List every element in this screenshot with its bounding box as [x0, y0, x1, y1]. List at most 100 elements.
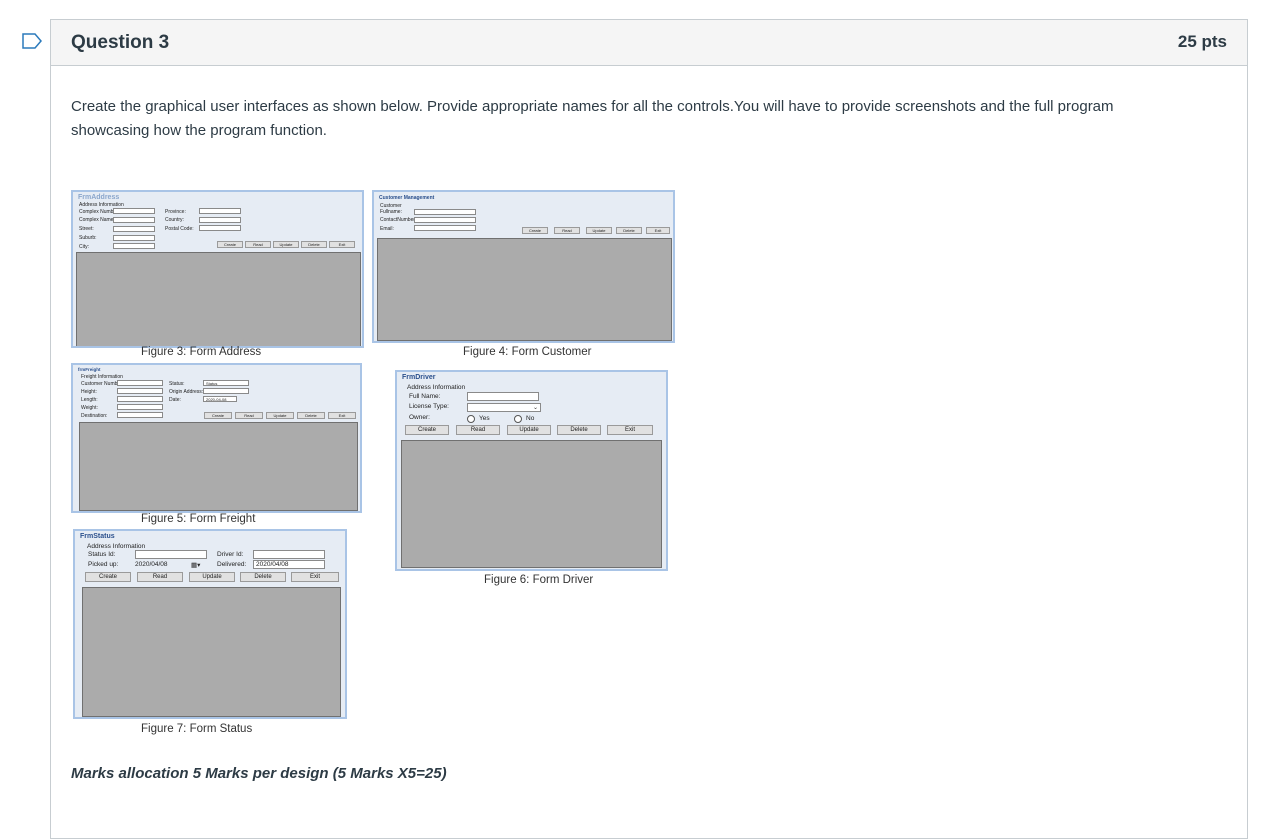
data-grid[interactable]	[401, 440, 662, 568]
read-button[interactable]: Read	[245, 241, 271, 248]
create-button[interactable]: Create	[85, 572, 131, 582]
question-text: Create the graphical user interfaces as …	[71, 98, 1114, 139]
read-button[interactable]: Read	[554, 227, 580, 234]
read-button[interactable]: Read	[235, 412, 263, 419]
data-grid[interactable]	[76, 252, 361, 346]
update-button[interactable]: Update	[273, 241, 299, 248]
figure-form-freight: frmFreight Freight Information Customer …	[71, 363, 366, 533]
create-button[interactable]: Create	[522, 227, 548, 234]
update-button[interactable]: Update	[586, 227, 612, 234]
field-label: Weight:	[81, 405, 98, 411]
read-button[interactable]: Read	[456, 425, 500, 435]
create-button[interactable]: Create	[217, 241, 243, 248]
text-field[interactable]	[113, 235, 155, 241]
dropdown-value: Status	[206, 381, 218, 386]
figure-caption: Figure 5: Form Freight	[141, 513, 256, 525]
data-grid[interactable]	[79, 422, 358, 511]
text-field[interactable]	[203, 388, 249, 394]
calendar-icon[interactable]: ▦▾	[191, 561, 200, 569]
delete-button[interactable]: Delete	[616, 227, 642, 234]
group-label: Address Information	[407, 384, 466, 391]
bookmark-flag-icon[interactable]	[22, 33, 42, 49]
text-field[interactable]	[117, 396, 163, 402]
license-type-dropdown[interactable]: ⌄	[467, 403, 541, 412]
radio-label: Yes	[479, 415, 490, 422]
field-label: Status Id:	[88, 551, 116, 558]
window-title: FrmAddress	[78, 194, 120, 201]
text-field[interactable]	[113, 226, 155, 232]
delivered-date-picker[interactable]: 2020/04/08	[253, 560, 325, 569]
figure-form-address: FrmAddress Address Information Complex N…	[71, 190, 366, 358]
data-grid[interactable]	[377, 238, 672, 341]
field-label: Length:	[81, 397, 98, 403]
figure-caption: Figure 3: Form Address	[141, 346, 262, 358]
text-field[interactable]	[414, 225, 476, 231]
owner-no-radio[interactable]	[514, 415, 522, 423]
exit-button[interactable]: Exit	[291, 572, 339, 582]
exit-button[interactable]: Exit	[646, 227, 670, 234]
date-value: 2020-04-08	[206, 397, 227, 402]
update-button[interactable]: Update	[189, 572, 235, 582]
field-label: Full Name:	[409, 393, 441, 400]
text-field[interactable]	[113, 208, 155, 214]
update-button[interactable]: Update	[266, 412, 294, 419]
field-label: ContactNumber:	[380, 217, 417, 223]
field-label: Owner:	[409, 414, 430, 421]
field-label: Picked up:	[88, 561, 119, 568]
text-field[interactable]	[117, 388, 163, 394]
question-points: 25 pts	[1177, 32, 1227, 51]
text-field[interactable]	[414, 217, 476, 223]
text-field[interactable]	[117, 412, 163, 418]
field-label: Postal Code:	[165, 226, 194, 232]
text-field[interactable]	[113, 217, 155, 223]
figure-caption: Figure 7: Form Status	[141, 723, 253, 735]
text-field[interactable]	[414, 209, 476, 215]
figure-form-driver: FrmDriver Address Information Full Name:…	[395, 370, 675, 595]
exit-button[interactable]: Exit	[328, 412, 356, 419]
create-button[interactable]: Create	[204, 412, 232, 419]
field-label: City:	[79, 244, 89, 250]
text-field[interactable]	[113, 243, 155, 249]
exit-button[interactable]: Exit	[329, 241, 355, 248]
delete-button[interactable]: Delete	[301, 241, 327, 248]
field-label: Status:	[169, 381, 185, 387]
read-button[interactable]: Read	[137, 572, 183, 582]
exit-button[interactable]: Exit	[607, 425, 653, 435]
owner-yes-radio[interactable]	[467, 415, 475, 423]
question-title: Question 3	[71, 32, 170, 53]
status-id-field[interactable]	[135, 550, 207, 559]
field-label: License Type:	[409, 403, 449, 410]
text-field[interactable]	[199, 217, 241, 223]
driver-id-field[interactable]	[253, 550, 325, 559]
date-picker[interactable]: 2020-04-08	[203, 396, 237, 402]
text-field[interactable]	[199, 225, 241, 231]
window-title: frmFreight	[78, 367, 101, 372]
delete-button[interactable]: Delete	[297, 412, 325, 419]
question-header: Question 3 25 pts	[51, 20, 1247, 66]
text-field[interactable]	[117, 380, 163, 386]
figure-form-customer: Customer Management Customer Fullname: C…	[372, 190, 677, 365]
create-button[interactable]: Create	[405, 425, 449, 435]
date-value: 2020/04/08	[135, 561, 168, 568]
text-field[interactable]	[199, 208, 241, 214]
window-title: FrmDriver	[402, 374, 436, 381]
full-name-field[interactable]	[467, 392, 539, 401]
field-label: Suburb:	[79, 235, 97, 241]
field-label: Origin Address:	[169, 389, 204, 395]
delete-button[interactable]: Delete	[240, 572, 286, 582]
field-label: Complex Name:	[79, 217, 115, 223]
delete-button[interactable]: Delete	[557, 425, 601, 435]
figure-form-status: FrmStatus Address Information Status Id:…	[73, 529, 353, 744]
status-dropdown[interactable]: Status	[203, 380, 249, 386]
question-card: Question 3 25 pts Create the graphical u…	[50, 19, 1248, 839]
field-label: Delivered:	[217, 561, 247, 568]
date-value: 2020/04/08	[256, 561, 289, 568]
text-field[interactable]	[117, 404, 163, 410]
update-button[interactable]: Update	[507, 425, 551, 435]
data-grid[interactable]	[82, 587, 341, 717]
window-title: Customer Management	[379, 195, 435, 201]
figure-caption: Figure 6: Form Driver	[484, 574, 594, 586]
marks-allocation: Marks allocation 5 Marks per design (5 M…	[71, 765, 447, 782]
field-label: Driver Id:	[217, 551, 244, 558]
radio-label: No	[526, 415, 535, 422]
